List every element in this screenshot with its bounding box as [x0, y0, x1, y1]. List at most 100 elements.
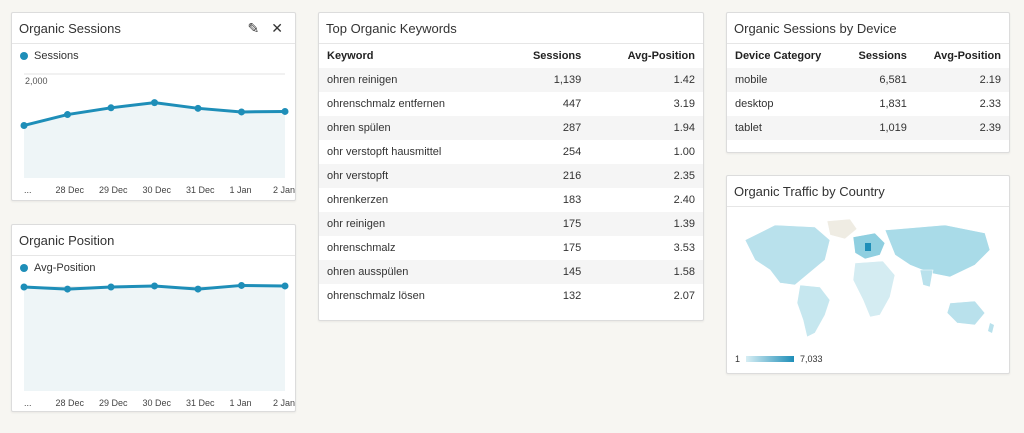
chart-legend: Avg-Position [12, 256, 295, 280]
x-tick-label: 28 Dec [56, 185, 85, 195]
legend-label: Sessions [34, 50, 79, 62]
row-label: ohren ausspülen [319, 260, 502, 284]
map-legend: 1 7,033 [735, 354, 1001, 364]
row-label: mobile [727, 68, 843, 92]
sessions-chart: 2,0001,000...28 Dec29 Dec30 Dec31 Dec1 J… [20, 73, 295, 195]
table-row[interactable]: ohren ausspülen 145 1.58 [319, 260, 703, 284]
table-row[interactable]: mobile 6,581 2.19 [727, 68, 1009, 92]
row-value: 3.19 [673, 98, 695, 110]
row-value: 1.00 [673, 146, 695, 158]
row-label: ohrenkerzen [327, 194, 389, 206]
legend-dot [20, 264, 28, 272]
table-header-row: Device Category Sessions Avg-Position [727, 44, 1009, 68]
row-value: 216 [501, 164, 590, 188]
devices-table: Device Category Sessions Avg-Position mo… [727, 44, 1009, 140]
table-row[interactable]: ohrenschmalz entfernen 447 3.19 [319, 92, 703, 116]
table-row[interactable]: ohr verstopft hausmittel 254 1.00 [319, 140, 703, 164]
row-value: 1,019 [842, 116, 915, 140]
legend-dot [20, 52, 28, 60]
row-value: 183 [562, 194, 582, 206]
data-point [151, 282, 158, 290]
data-point [64, 285, 71, 293]
data-point [151, 99, 158, 107]
table-row[interactable]: desktop 1,831 2.33 [727, 92, 1009, 116]
x-tick-label: 28 Dec [56, 398, 85, 408]
card-title: Organic Traffic by Country [727, 176, 1009, 207]
card-title: Organic Sessions by Device [727, 13, 1009, 44]
map-region-india [919, 269, 934, 288]
map-legend-gradient [746, 356, 795, 362]
column-header[interactable]: Keyword [319, 44, 502, 68]
table-row[interactable]: ohr verstopft 216 2.35 [319, 164, 703, 188]
x-tick-label: 2 Jan [273, 398, 295, 408]
column-header[interactable]: Avg-Position [915, 44, 1009, 68]
table-row[interactable]: ohren spülen 287 1.94 [319, 116, 703, 140]
row-value: 145 [501, 260, 590, 284]
table-header-row: Keyword Sessions Avg-Position [319, 44, 703, 68]
table-row[interactable]: ohren reinigen 1,139 1.42 [319, 68, 703, 92]
x-tick-label: 1 Jan [230, 398, 252, 408]
row-label: tablet [727, 116, 843, 140]
area-fill [24, 285, 285, 391]
table-row[interactable]: tablet 1,019 2.39 [727, 116, 1009, 140]
x-tick-label: ... [24, 398, 32, 408]
row-value: 6,581 [842, 68, 915, 92]
world-map[interactable] [735, 215, 1001, 345]
table-row[interactable]: ohr reinigen 175 1.39 [319, 212, 703, 236]
row-label: ohr reinigen [319, 212, 502, 236]
card-tools: ✎ ✕ [248, 21, 283, 35]
row-value: 2.40 [673, 194, 695, 206]
row-value: 287 [501, 116, 590, 140]
card-title: Organic Position [12, 225, 295, 256]
row-value: 447 [562, 98, 582, 110]
legend-label: Avg-Position [34, 262, 96, 274]
row-label: ohr verstopft [319, 164, 502, 188]
row-value: 254 [562, 146, 582, 158]
data-point [281, 282, 289, 290]
row-value: 1.94 [589, 116, 703, 140]
row-value: 2.19 [914, 68, 1009, 92]
map-wrap: 1 7,033 [727, 207, 1009, 372]
row-value: 175 [562, 242, 582, 254]
table-row[interactable]: ohrenschmalz lösen 132 2.07 [319, 284, 703, 308]
map-region-australia [946, 300, 986, 326]
sessions-by-device-card: Organic Sessions by Device Device Catego… [726, 12, 1010, 153]
keywords-table: Keyword Sessions Avg-Position ohren rein… [319, 44, 703, 308]
column-header[interactable]: Sessions [502, 44, 590, 68]
row-value: 2.07 [673, 290, 695, 302]
data-point [194, 104, 202, 112]
top-keywords-card: Top Organic Keywords Keyword Sessions Av… [318, 12, 704, 321]
row-value: 132 [562, 290, 582, 302]
row-value: 2.35 [589, 164, 703, 188]
organic-position-card: Organic Position Avg-Position 21...28 De… [11, 224, 296, 412]
row-label: ohren reinigen [319, 68, 502, 92]
row-value: 2.39 [914, 116, 1009, 140]
x-tick-label: 29 Dec [99, 185, 128, 195]
column-header[interactable]: Avg-Position [589, 44, 703, 68]
map-region-germany [865, 243, 871, 251]
map-region-south-america [796, 284, 831, 338]
table-row[interactable]: ohrenkerzen 183 2.40 [319, 188, 703, 212]
data-point [194, 285, 202, 293]
row-label: ohrenschmalz [327, 242, 396, 254]
row-value: 1.42 [589, 68, 703, 92]
column-header[interactable]: Sessions [842, 44, 915, 68]
edit-icon[interactable]: ✎ [248, 21, 260, 35]
organic-sessions-card: Organic Sessions ✎ ✕ Sessions 2,0001,000… [11, 12, 296, 201]
table-row[interactable]: ohrenschmalz 175 3.53 [319, 236, 703, 260]
close-icon[interactable]: ✕ [271, 21, 283, 35]
row-value: 175 [501, 212, 590, 236]
x-tick-label: 31 Dec [186, 398, 215, 408]
row-value: 1,139 [501, 68, 590, 92]
data-point [107, 283, 115, 291]
data-point [20, 121, 28, 129]
row-value: 1,831 [879, 98, 907, 110]
x-tick-label: 1 Jan [230, 185, 252, 195]
column-header[interactable]: Device Category [727, 44, 842, 68]
x-tick-label: 30 Dec [143, 398, 172, 408]
chart-legend: Sessions [12, 44, 295, 68]
data-point [238, 281, 245, 289]
row-label: ohrenschmalz lösen [327, 290, 425, 302]
map-region-new-zealand [988, 323, 994, 333]
x-tick-label: 29 Dec [99, 398, 128, 408]
